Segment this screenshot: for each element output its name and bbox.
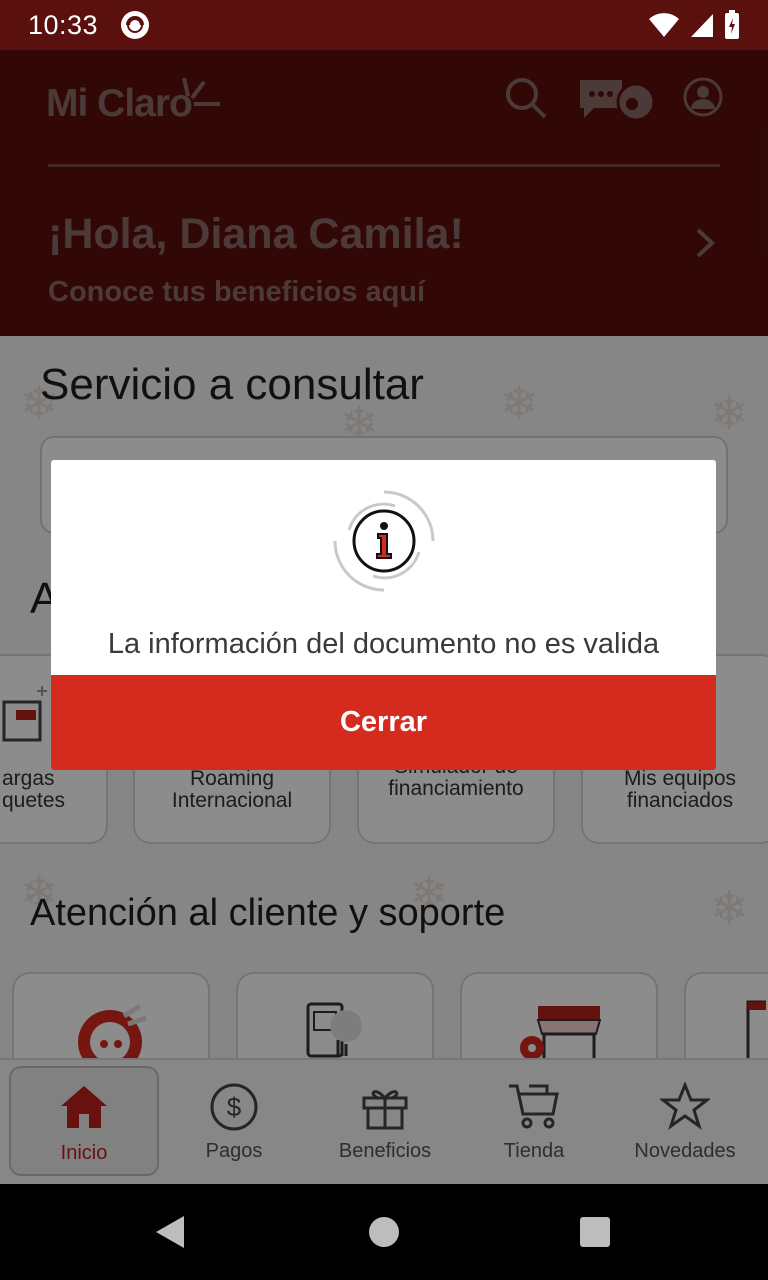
- app-notification-icon: [121, 11, 150, 39]
- alert-dialog: La información del documento no es valid…: [51, 460, 716, 770]
- home-button-icon[interactable]: [368, 1216, 400, 1248]
- info-icon: [333, 490, 435, 592]
- status-time: 10:33: [28, 9, 99, 40]
- back-icon[interactable]: [154, 1214, 186, 1250]
- android-navigation-bar: [0, 1184, 768, 1280]
- recents-icon[interactable]: [579, 1216, 611, 1248]
- signal-icon: [691, 14, 713, 37]
- status-bar: 10:33: [0, 0, 768, 50]
- battery-icon: [725, 10, 739, 39]
- close-button[interactable]: Cerrar: [51, 675, 716, 770]
- dialog-message: La información del documento no es valid…: [107, 628, 660, 660]
- wifi-icon: [649, 13, 679, 37]
